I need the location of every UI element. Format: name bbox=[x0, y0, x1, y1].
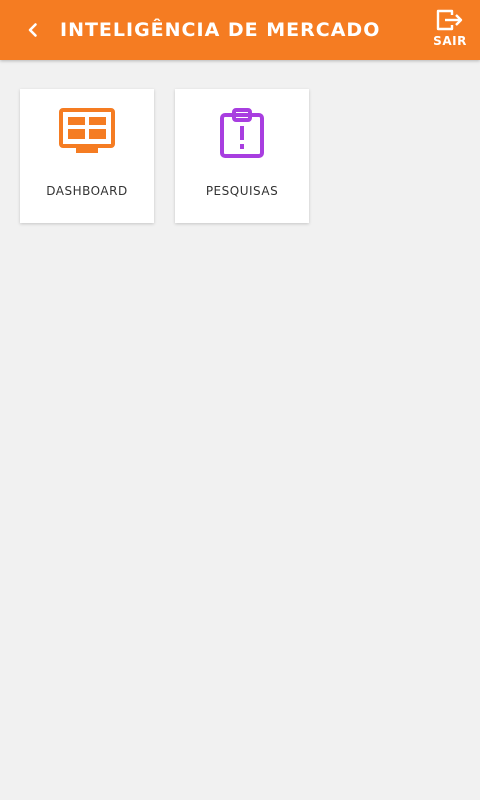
tile-icon-wrap bbox=[20, 107, 154, 157]
logout-icon bbox=[436, 9, 463, 31]
logout-label: SAIR bbox=[433, 34, 467, 48]
clipboard-alert-icon bbox=[220, 108, 264, 158]
app-bar: INTELIGÊNCIA DE MERCADO SAIR bbox=[0, 0, 480, 60]
pesquisas-tile[interactable]: PESQUISAS bbox=[175, 89, 309, 223]
back-button[interactable] bbox=[18, 15, 48, 45]
logout-button[interactable]: SAIR bbox=[428, 8, 472, 54]
chevron-left-icon bbox=[28, 23, 37, 37]
pesquisas-label: PESQUISAS bbox=[205, 184, 279, 198]
dashboard-label: DASHBOARD bbox=[46, 184, 128, 198]
dashboard-icon bbox=[59, 108, 115, 153]
page-title: INTELIGÊNCIA DE MERCADO bbox=[60, 19, 381, 41]
dashboard-tile[interactable]: DASHBOARD bbox=[20, 89, 154, 223]
tile-icon-wrap bbox=[175, 107, 309, 158]
